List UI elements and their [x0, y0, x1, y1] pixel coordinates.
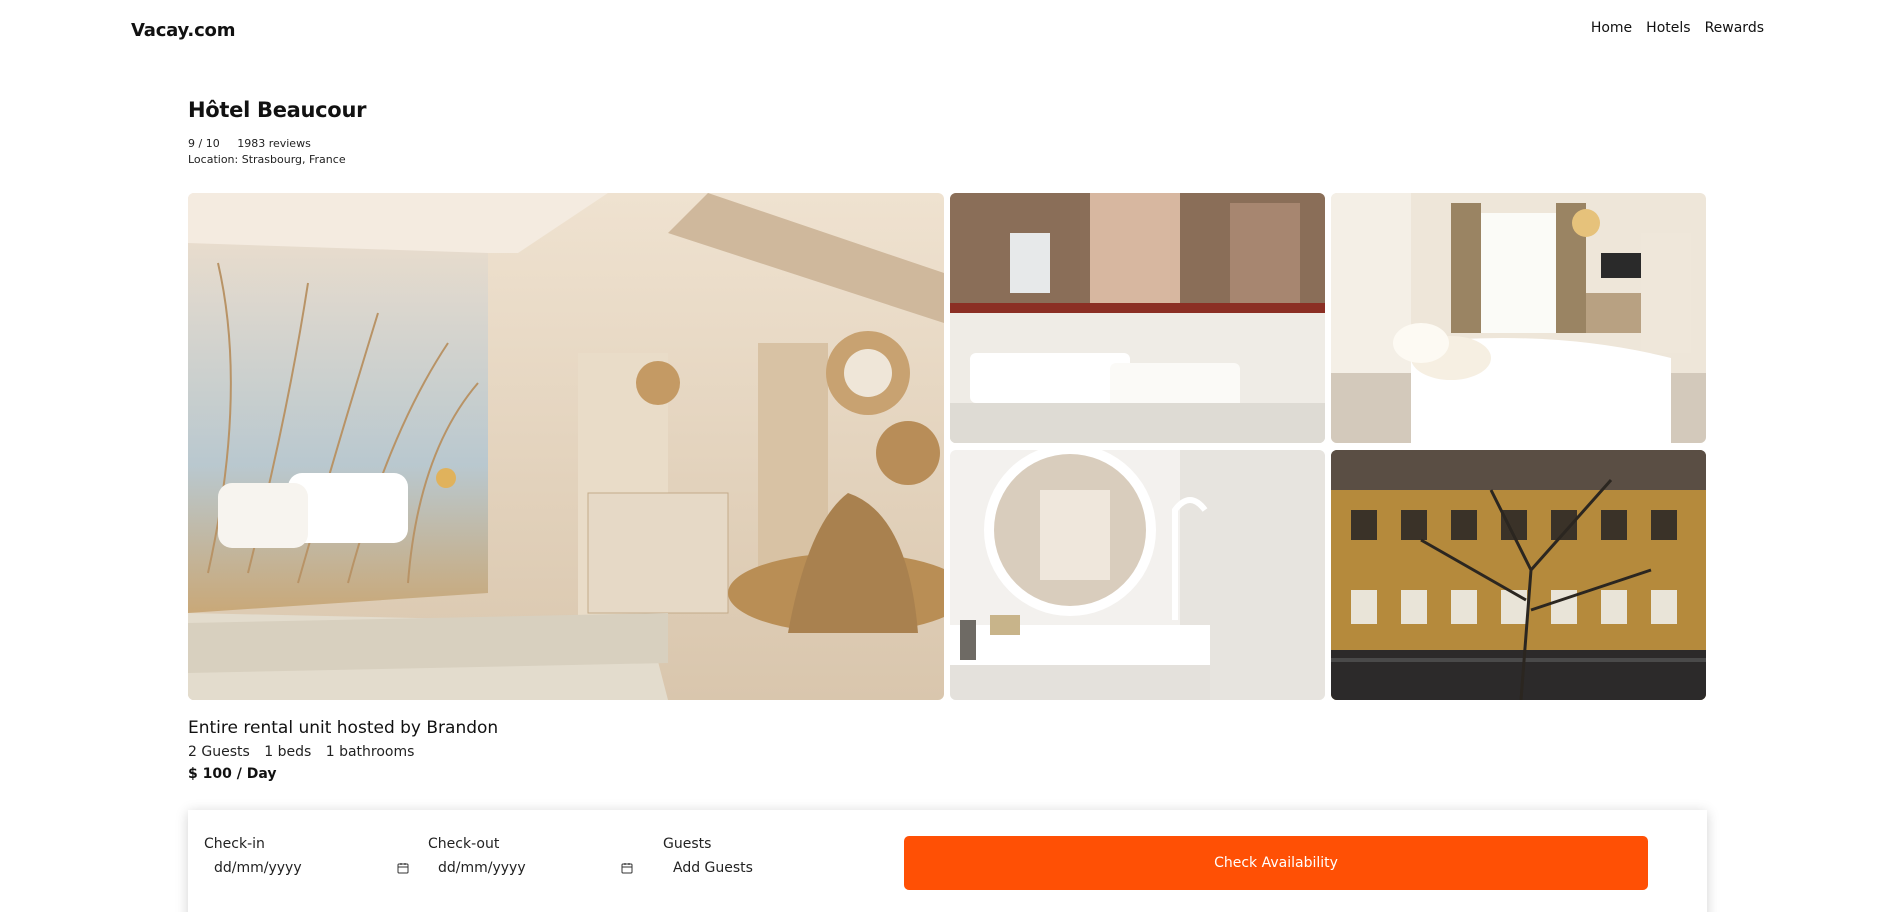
checkin-label: Check-in — [204, 836, 265, 852]
listing-price: $ 100 / Day — [188, 766, 277, 782]
site-logo[interactable]: Vacay.com — [131, 20, 235, 41]
check-availability-button[interactable]: Check Availability — [904, 836, 1648, 890]
hotel-page: Vacay.com Home Hotels Rewards Hôtel Beau… — [0, 0, 1890, 912]
checkin-placeholder: dd/mm/yyyy — [214, 860, 302, 876]
checkout-placeholder: dd/mm/yyyy — [438, 860, 526, 876]
nav-home-link[interactable]: Home — [1591, 20, 1632, 36]
hotel-facade-photo[interactable] — [1331, 450, 1706, 700]
listing-title: Entire rental unit hosted by Brandon — [188, 718, 499, 738]
rating-row: 9 / 10 1983 reviews — [188, 136, 346, 152]
bathroom-tub-photo[interactable] — [950, 193, 1325, 443]
bed-count: 1 beds — [264, 744, 312, 760]
checkout-field: Check-out dd/mm/yyyy — [428, 836, 633, 876]
bedroom-beach-mural-photo[interactable] — [188, 193, 944, 700]
hotel-location: Location: Strasbourg, France — [188, 153, 346, 166]
guests-input[interactable]: Add Guests — [663, 860, 843, 876]
hotel-name: Hôtel Beaucour — [188, 98, 367, 122]
guests-label: Guests — [663, 836, 712, 852]
booking-panel: Check-in dd/mm/yyyy Check-out dd/mm/yyyy — [188, 810, 1707, 912]
listing-summary: Entire rental unit hosted by Brandon 2 G… — [188, 718, 498, 782]
guests-placeholder: Add Guests — [673, 860, 753, 876]
checkin-input[interactable]: dd/mm/yyyy — [204, 860, 409, 876]
nav-links: Home Hotels Rewards — [1591, 20, 1764, 36]
calendar-icon[interactable] — [397, 862, 409, 874]
guest-count: 2 Guests — [188, 744, 250, 760]
rating-score: 9 / 10 — [188, 137, 220, 150]
checkin-field: Check-in dd/mm/yyyy — [204, 836, 409, 876]
bathroom-count: 1 bathrooms — [325, 744, 415, 760]
checkout-label: Check-out — [428, 836, 500, 852]
guests-field: Guests Add Guests — [663, 836, 843, 876]
hotel-meta: 9 / 10 1983 reviews Location: Strasbourg… — [188, 136, 346, 168]
bathroom-round-mirror-photo[interactable] — [950, 450, 1325, 700]
top-nav: Vacay.com Home Hotels Rewards — [0, 0, 1890, 60]
nav-hotels-link[interactable]: Hotels — [1646, 20, 1690, 36]
bedroom-window-photo[interactable] — [1331, 193, 1706, 443]
photo-gallery — [188, 193, 1707, 700]
calendar-icon[interactable] — [621, 862, 633, 874]
review-count: 1983 reviews — [237, 137, 311, 150]
nav-rewards-link[interactable]: Rewards — [1705, 20, 1764, 36]
checkout-input[interactable]: dd/mm/yyyy — [428, 860, 633, 876]
listing-features: 2 Guests 1 beds 1 bathrooms — [188, 744, 498, 760]
